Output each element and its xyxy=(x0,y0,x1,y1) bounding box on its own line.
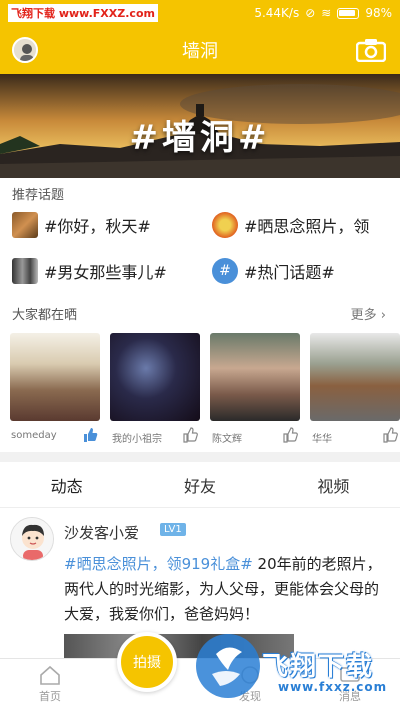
everyone-sharing-label: 大家都在晒 xyxy=(12,308,78,323)
topic-thumbnail xyxy=(12,212,38,238)
app-header: 墙洞 xyxy=(0,26,400,74)
photo-username: someday xyxy=(11,430,57,441)
topic-item[interactable]: #男女那些事儿# xyxy=(12,258,192,284)
topic-thumbnail xyxy=(212,212,238,238)
status-bar: 飞翔下载 www.FXXZ.com 5.44K/s ⊘ ≋ 98% xyxy=(0,0,400,26)
topic-label: #晒思念照片，领 xyxy=(244,217,370,236)
topic-label: #男女那些事儿# xyxy=(44,263,167,282)
alarm-icon: ⊘ xyxy=(305,6,316,20)
page-title: 墙洞 xyxy=(182,41,218,62)
photo-username: 华华 xyxy=(312,434,332,445)
thumbs-up-icon[interactable] xyxy=(182,427,198,443)
shared-photo[interactable] xyxy=(110,333,200,421)
topic-item[interactable]: #晒思念照片，领 xyxy=(212,212,392,238)
feed-tabs: 动态 好友 视频 xyxy=(0,462,400,508)
shared-photo[interactable] xyxy=(310,333,400,421)
battery-icon xyxy=(337,7,360,19)
tab-friends[interactable]: 好友 xyxy=(133,462,266,507)
topic-banner[interactable]: #墙洞# xyxy=(0,74,400,178)
section-divider xyxy=(0,452,400,462)
topic-label: #热门话题# xyxy=(244,263,335,282)
post-avatar[interactable] xyxy=(10,517,54,561)
post-content: #晒思念照片，领919礼盒# 20年前的老照片，两代人的时光缩影，为人父母，更能… xyxy=(64,552,390,627)
shared-photo[interactable] xyxy=(10,333,100,421)
photo-username: 我的小祖宗 xyxy=(112,434,162,445)
tab-videos[interactable]: 视频 xyxy=(267,462,400,507)
more-link[interactable]: 更多 › xyxy=(351,304,386,323)
post-username[interactable]: 沙发客小爱 xyxy=(64,522,139,543)
wifi-icon: ≋ xyxy=(321,6,332,20)
level-badge: LV1 xyxy=(160,523,186,536)
user-avatar[interactable] xyxy=(12,37,38,63)
logo-watermark-text: 飞翔下载 xyxy=(262,652,375,682)
home-icon xyxy=(40,665,60,685)
thumbs-up-icon[interactable] xyxy=(282,427,298,443)
site-watermark: 飞翔下载 www.FXXZ.com xyxy=(8,4,158,22)
nav-home[interactable]: 首页 xyxy=(20,665,80,704)
camera-icon[interactable] xyxy=(356,38,386,62)
thumbs-up-icon[interactable] xyxy=(382,427,398,443)
hashtag-icon: # xyxy=(212,258,238,284)
topic-label: #你好，秋天# xyxy=(44,217,151,236)
recommended-topics-label: 推荐话题 xyxy=(12,188,65,203)
shared-photo[interactable] xyxy=(210,333,300,421)
tab-dynamic[interactable]: 动态 xyxy=(0,462,133,507)
topic-item[interactable]: #你好，秋天# xyxy=(12,212,192,238)
topic-item[interactable]: # #热门话题# xyxy=(212,258,392,284)
battery-percent: 98% xyxy=(365,6,392,20)
shoot-button[interactable]: 拍摄 xyxy=(117,632,177,692)
banner-title: #墙洞# xyxy=(129,118,271,158)
topic-thumbnail xyxy=(12,258,38,284)
photo-username: 陈文辉 xyxy=(212,434,242,445)
network-speed: 5.44K/s xyxy=(254,6,300,20)
post-hashtag[interactable]: #晒思念照片，领919礼盒# xyxy=(64,555,253,573)
thumbs-up-icon[interactable] xyxy=(82,427,98,443)
logo-watermark-url: www.fxxz.com xyxy=(278,680,388,694)
